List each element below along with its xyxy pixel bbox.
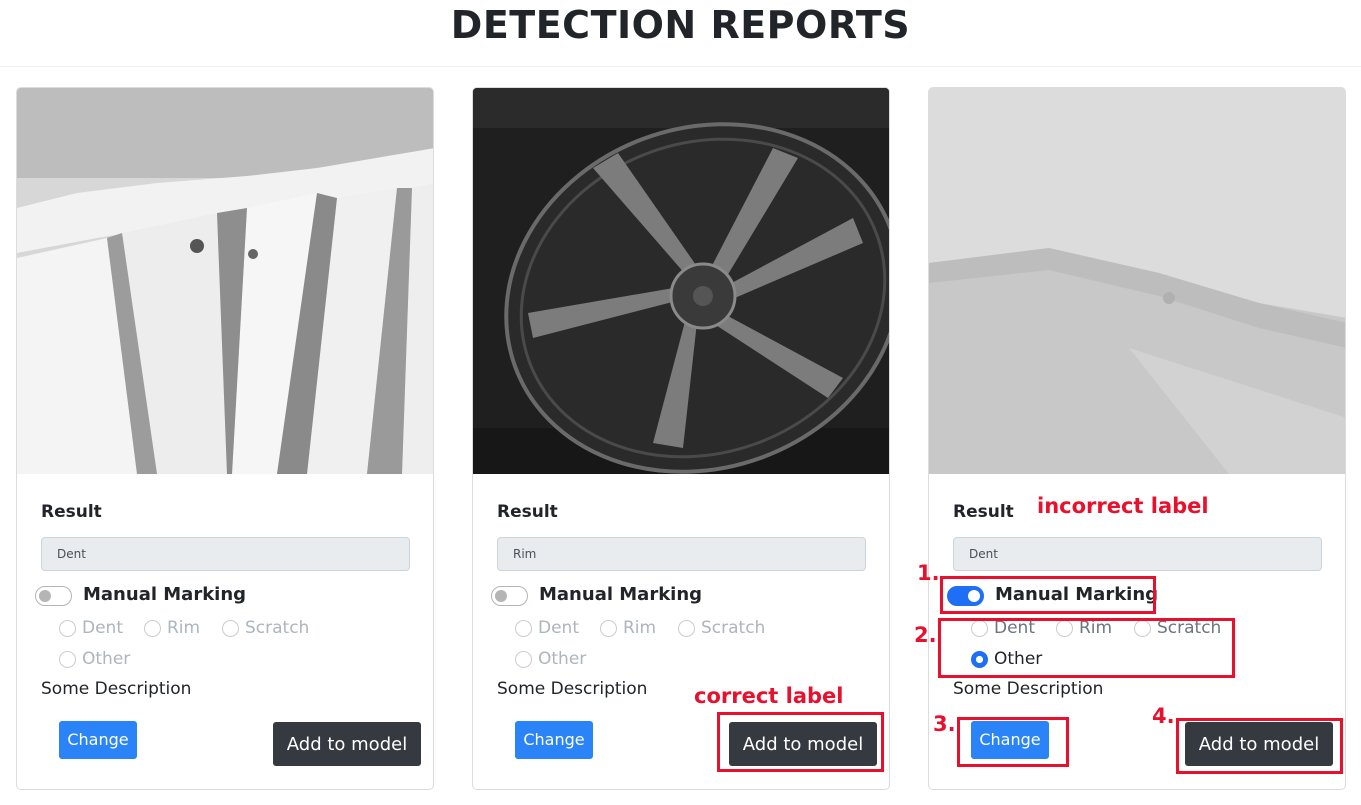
- radio-label: Other: [82, 649, 131, 669]
- annotation-box-step-1: [940, 576, 1156, 614]
- toggle-knob: [39, 590, 51, 602]
- radio-dent[interactable]: Dent: [515, 618, 579, 638]
- radio-other[interactable]: Other: [515, 649, 586, 669]
- detection-image-1: [17, 88, 433, 474]
- step-2-annotation: 2.: [914, 623, 937, 647]
- radio-circle: [515, 619, 532, 637]
- radio-circle: [222, 619, 239, 637]
- annotation-box-step-2: [938, 618, 1235, 678]
- manual-marking-toggle[interactable]: [491, 586, 528, 606]
- radio-label: Rim: [623, 618, 657, 638]
- radio-label: Other: [538, 649, 587, 669]
- radio-label: Scratch: [701, 618, 766, 638]
- step-3-annotation: 3.: [933, 712, 956, 736]
- annotation-box-correct-add: [717, 712, 884, 772]
- annotation-box-step-4: [1176, 718, 1343, 774]
- radio-rim[interactable]: Rim: [144, 618, 200, 638]
- result-label: Result: [497, 502, 558, 522]
- radio-circle: [600, 619, 617, 637]
- correct-label-annotation: correct label: [694, 684, 844, 708]
- radio-circle: [678, 619, 695, 637]
- radio-scratch[interactable]: Scratch: [222, 618, 309, 638]
- description-text: Some Description: [41, 679, 192, 699]
- radio-dent[interactable]: Dent: [59, 618, 123, 638]
- detection-image-3: [929, 88, 1345, 474]
- manual-marking-toggle[interactable]: [35, 586, 72, 606]
- result-field: Rim: [497, 537, 866, 571]
- header-divider: [0, 66, 1361, 67]
- page-title: DETECTION REPORTS: [450, 3, 911, 47]
- result-label: Result: [953, 502, 1014, 522]
- radio-circle: [59, 650, 76, 668]
- step-4-annotation: 4.: [1152, 704, 1175, 728]
- radio-scratch[interactable]: Scratch: [678, 618, 765, 638]
- change-button[interactable]: Change: [515, 721, 593, 759]
- radio-rim[interactable]: Rim: [600, 618, 656, 638]
- radio-circle: [59, 619, 76, 637]
- detection-card-3: Result Dent Manual Marking Dent Rim Scra…: [928, 87, 1346, 790]
- toggle-knob: [495, 590, 507, 602]
- radio-label: Dent: [538, 618, 579, 638]
- change-button[interactable]: Change: [59, 721, 137, 759]
- radio-circle: [144, 619, 161, 637]
- manual-marking-label: Manual Marking: [539, 584, 703, 605]
- description-text: Some Description: [497, 679, 648, 699]
- manual-marking-label: Manual Marking: [83, 584, 247, 605]
- radio-label: Scratch: [245, 618, 310, 638]
- radio-other[interactable]: Other: [59, 649, 130, 669]
- annotation-box-step-3: [957, 717, 1069, 767]
- radio-label: Rim: [167, 618, 201, 638]
- add-to-model-button[interactable]: Add to model: [273, 722, 421, 766]
- description-text: Some Description: [953, 679, 1104, 699]
- radio-label: Dent: [82, 618, 123, 638]
- detection-image-2: [473, 88, 889, 474]
- result-label: Result: [41, 502, 102, 522]
- result-field: Dent: [41, 537, 410, 571]
- result-field: Dent: [953, 537, 1322, 571]
- incorrect-label-annotation: incorrect label: [1037, 494, 1209, 518]
- radio-circle: [515, 650, 532, 668]
- step-1-annotation: 1.: [917, 561, 940, 585]
- detection-card-1: Result Dent Manual Marking Dent Rim Scra…: [16, 87, 434, 790]
